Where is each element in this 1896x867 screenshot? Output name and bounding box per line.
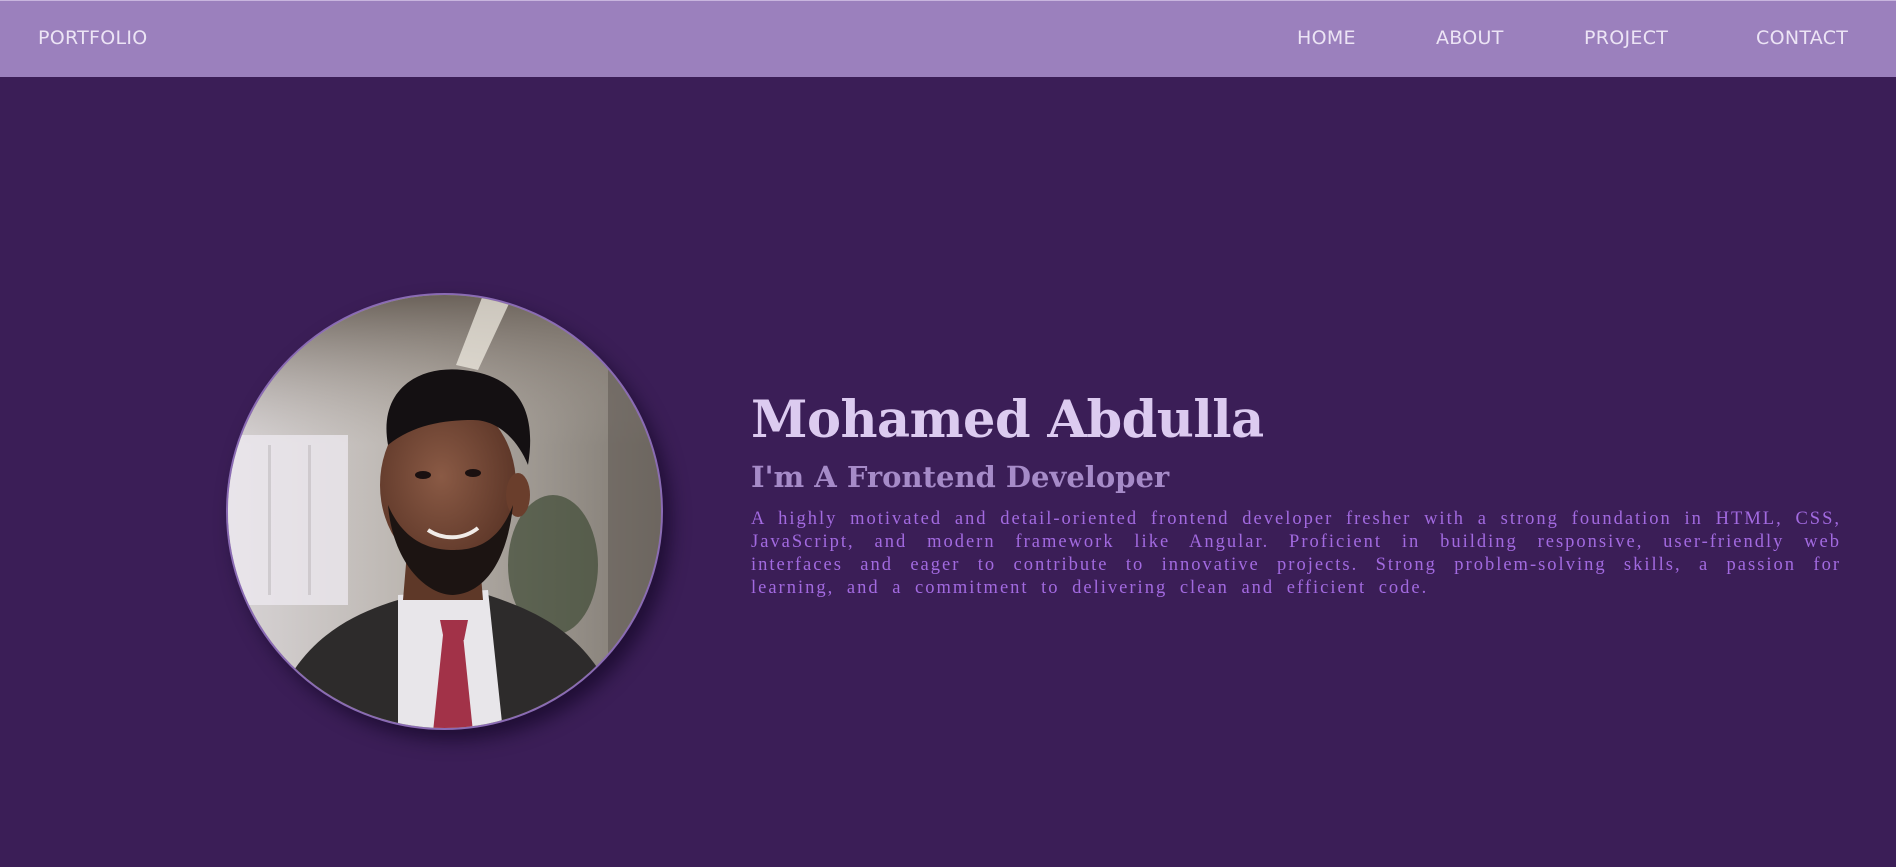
hero-text-block: Mohamed Abdulla I'm A Frontend Developer… xyxy=(751,389,1841,600)
nav-project-link[interactable]: PROJECT xyxy=(1584,27,1668,49)
nav-home-link[interactable]: HOME xyxy=(1297,27,1356,49)
nav-contact-link[interactable]: CONTACT xyxy=(1756,27,1848,49)
hero-name-heading: Mohamed Abdulla xyxy=(751,390,1264,450)
nav-links: HOME ABOUT PROJECT CONTACT xyxy=(0,27,1896,57)
hero-role-subheading: I'm A Frontend Developer xyxy=(751,460,1170,494)
hero-description: A highly motivated and detail-oriented f… xyxy=(751,509,1841,598)
nav-about-link[interactable]: ABOUT xyxy=(1436,27,1504,49)
hero-section: Mohamed Abdulla I'm A Frontend Developer… xyxy=(0,77,1896,867)
top-navbar: PORTFOLIO HOME ABOUT PROJECT CONTACT xyxy=(0,0,1896,77)
profile-photo-illustration xyxy=(228,295,661,728)
profile-avatar xyxy=(226,293,663,730)
